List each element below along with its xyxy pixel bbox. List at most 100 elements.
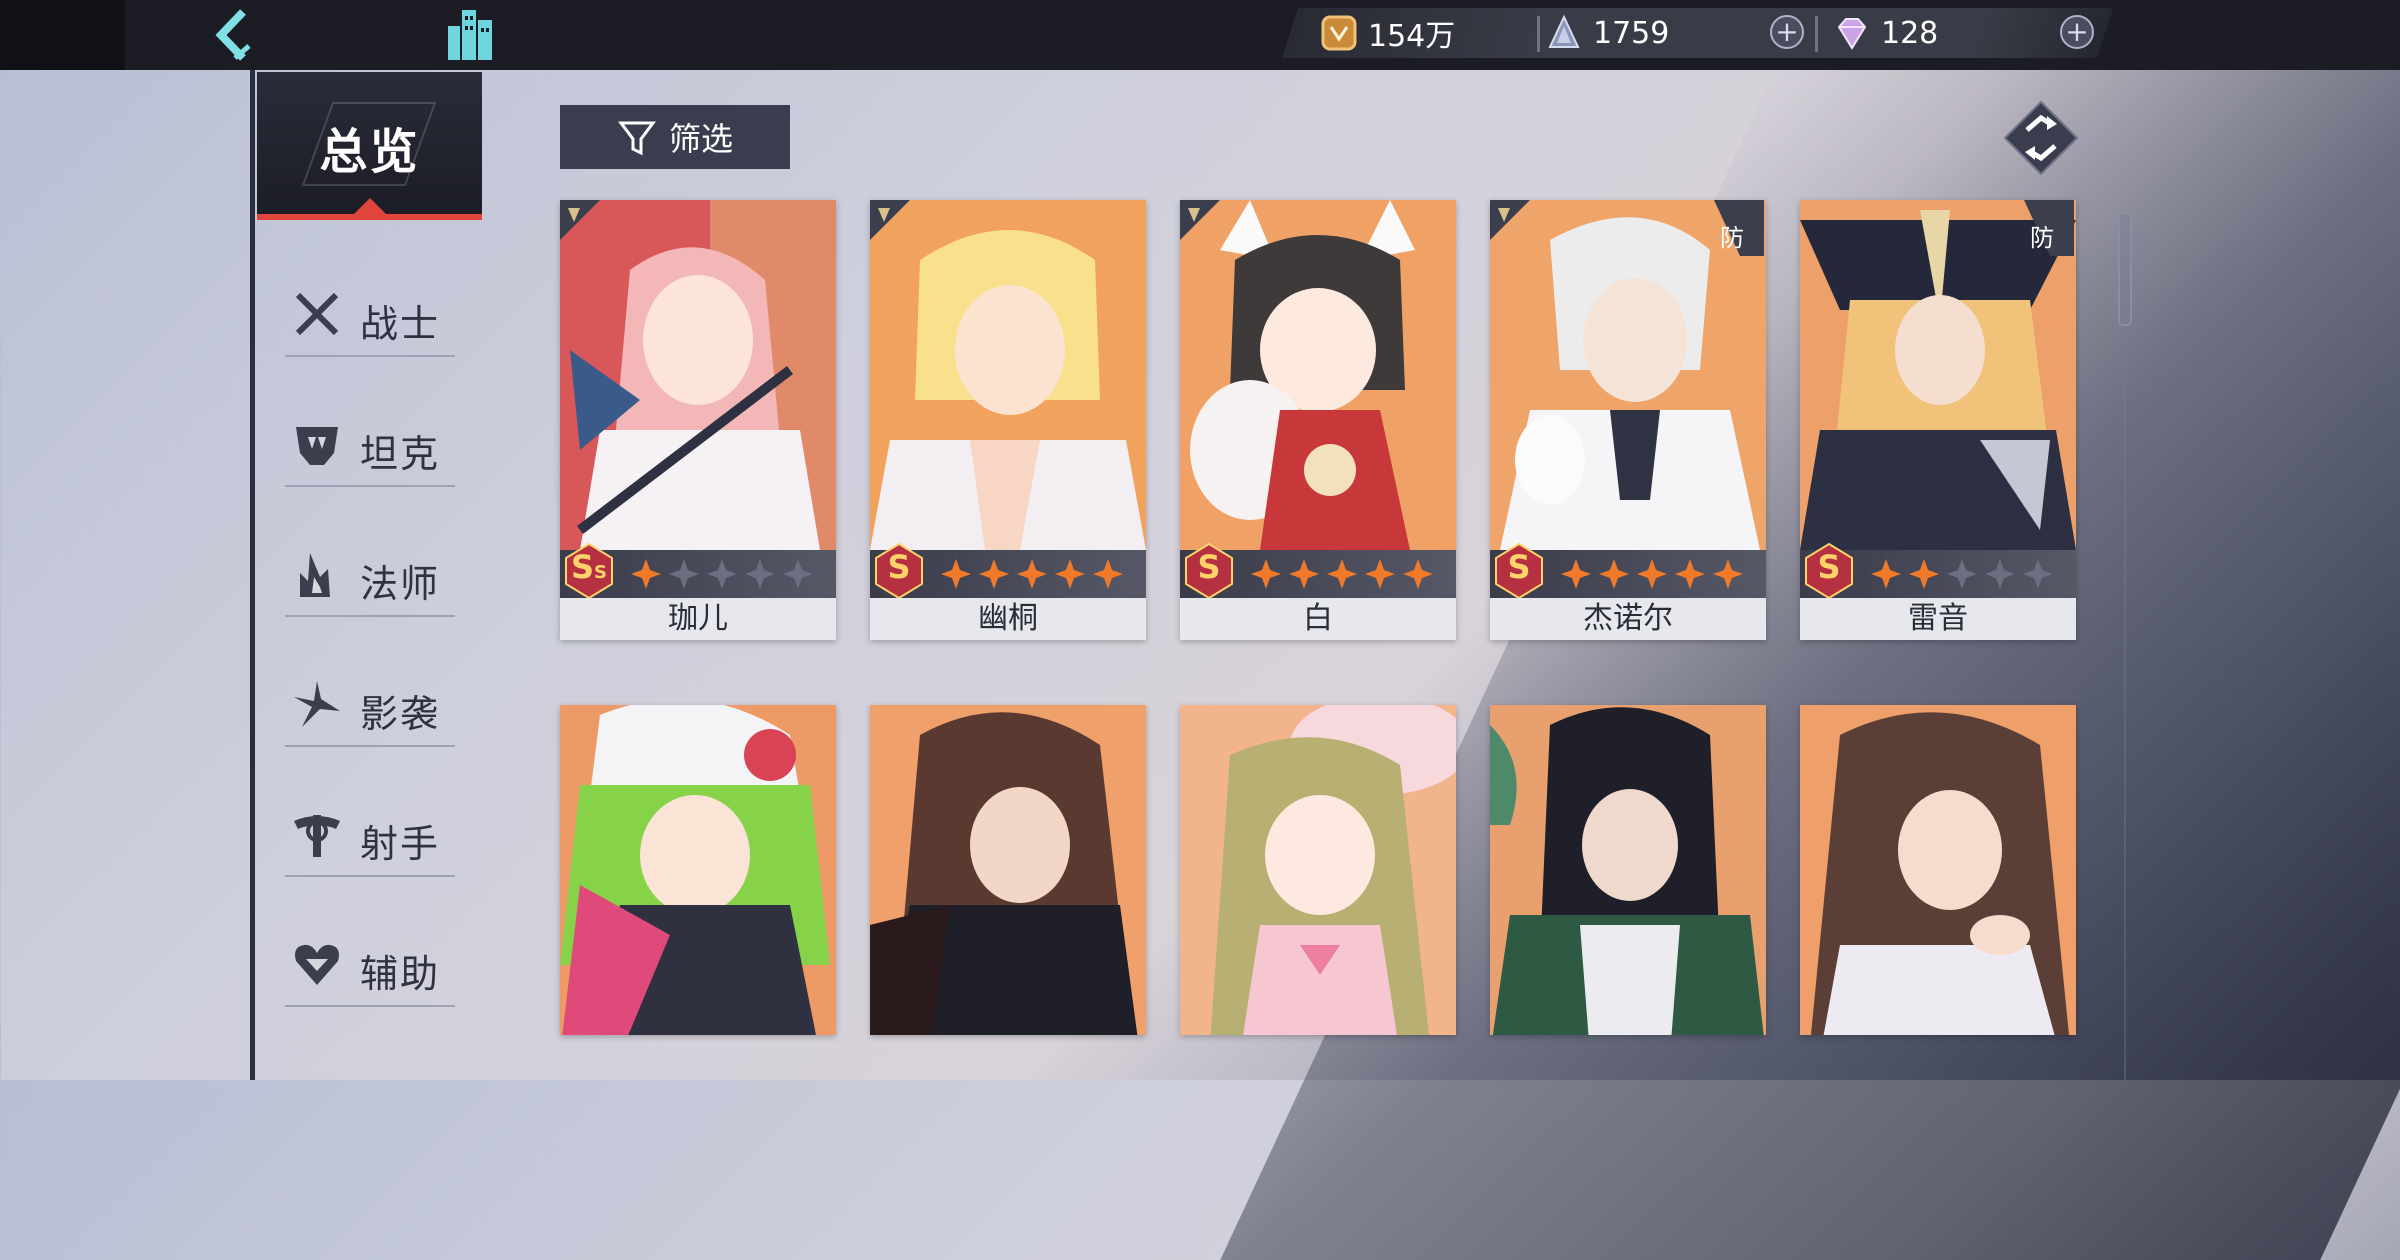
refresh-button[interactable] (2003, 100, 2079, 176)
star-rating (1870, 558, 2054, 590)
diamond-icon (1837, 18, 1867, 50)
star-filled-icon (1637, 559, 1667, 589)
star-filled-icon (1017, 559, 1047, 589)
gem-resource: 128 (1833, 8, 1938, 58)
star-empty-icon (1985, 559, 2015, 589)
star-empty-icon (707, 559, 737, 589)
active-underline (257, 214, 482, 220)
add-gems-button[interactable]: + (2060, 15, 2094, 49)
divider (285, 355, 455, 357)
filter-button[interactable]: 筛选 (560, 105, 790, 169)
rank-badge: S (1184, 542, 1234, 600)
class-emblem-icon (560, 200, 600, 240)
hero-name: 雷音 (1800, 598, 2076, 640)
hero-portrait (870, 200, 1146, 550)
star-filled-icon (941, 559, 971, 589)
hero-card[interactable] (1180, 705, 1456, 1035)
star-bar: SS (560, 542, 836, 600)
hero-card[interactable]: S 白 (1180, 200, 1456, 640)
hero-card[interactable] (560, 705, 836, 1035)
hero-portrait (870, 705, 1146, 1035)
divider (285, 1005, 455, 1007)
category-tank[interactable]: 坦克 (285, 395, 455, 495)
star-filled-icon (1093, 559, 1123, 589)
resource-separator (1537, 16, 1540, 52)
category-marksman[interactable]: 射手 (285, 785, 455, 885)
scrollbar-track[interactable] (2124, 330, 2126, 1080)
star-empty-icon (745, 559, 775, 589)
crossbow-icon (294, 815, 340, 857)
hero-portrait (560, 200, 836, 550)
hero-card[interactable] (870, 705, 1146, 1035)
refresh-icon (2003, 100, 2079, 176)
star-bar: S (1180, 542, 1456, 600)
shuriken-icon (294, 681, 340, 727)
funnel-icon (617, 121, 656, 156)
category-label: 坦克 (360, 432, 441, 476)
rank-badge: S (874, 542, 924, 600)
rank-letter: S (1507, 548, 1531, 586)
crossed-swords-icon (295, 292, 339, 336)
rank-badge: S (1494, 542, 1544, 600)
gold-amount: 154万 (1368, 19, 1456, 54)
star-filled-icon (1327, 559, 1357, 589)
category-assassin[interactable]: 影袭 (285, 655, 455, 755)
tab-overview[interactable]: 总览 (257, 72, 482, 220)
star-filled-icon (1561, 559, 1591, 589)
back-button[interactable] (205, 6, 265, 64)
hero-name: 幽桐 (870, 598, 1146, 640)
star-filled-icon (1871, 559, 1901, 589)
back-arrow-icon (215, 9, 251, 61)
scrollbar-thumb[interactable] (2118, 212, 2132, 326)
star-rating (940, 558, 1124, 590)
hero-card[interactable]: S 幽桐 (870, 200, 1146, 640)
add-energy-button[interactable]: + (1770, 15, 1804, 49)
magic-flame-icon (300, 553, 330, 597)
category-warrior[interactable]: 战士 (285, 265, 455, 365)
star-filled-icon (1251, 559, 1281, 589)
top-bar: 154万 1759 + 128 + (0, 0, 2400, 70)
class-emblem-icon (1490, 200, 1530, 240)
divider (285, 745, 455, 747)
hero-name: 珈儿 (560, 598, 836, 640)
star-empty-icon (669, 559, 699, 589)
hero-name: 杰诺尔 (1490, 598, 1766, 640)
star-filled-icon (1055, 559, 1085, 589)
star-rating (630, 558, 814, 590)
hero-card[interactable]: 防 S 杰诺尔 (1490, 200, 1766, 640)
star-empty-icon (2023, 559, 2053, 589)
star-empty-icon (1947, 559, 1977, 589)
gem-amount: 128 (1881, 15, 1939, 51)
buildings-icon (448, 10, 492, 60)
star-filled-icon (1599, 559, 1629, 589)
tab-overview-label: 总览 (319, 124, 420, 180)
helmet-icon (296, 427, 338, 465)
category-label: 影袭 (360, 692, 441, 736)
category-label: 辅助 (360, 952, 441, 996)
rank-letter: S (1197, 548, 1221, 586)
star-filled-icon (1713, 559, 1743, 589)
city-button[interactable] (440, 4, 500, 64)
gold-coin-icon (1321, 15, 1357, 51)
hero-card[interactable]: 防 S 雷音 (1800, 200, 2076, 640)
hero-card[interactable]: SS 珈儿 (560, 200, 836, 640)
hero-card[interactable] (1800, 705, 2076, 1035)
class-emblem-icon (870, 200, 910, 240)
category-mage[interactable]: 法师 (285, 525, 455, 625)
divider (285, 875, 455, 877)
star-filled-icon (1675, 559, 1705, 589)
star-rating (1560, 558, 1744, 590)
star-filled-icon (1365, 559, 1395, 589)
class-emblem-icon (1180, 200, 1220, 240)
hero-card[interactable] (1490, 705, 1766, 1035)
rank-badge: S (1804, 542, 1854, 600)
category-support[interactable]: 辅助 (285, 915, 455, 1015)
filter-label: 筛选 (668, 120, 733, 158)
resource-separator (1815, 16, 1818, 52)
star-filled-icon (979, 559, 1009, 589)
hero-portrait (1180, 200, 1456, 550)
star-bar: S (1800, 542, 2076, 600)
category-label: 法师 (360, 562, 441, 606)
rank-badge: SS (564, 542, 614, 600)
energy-crystal-icon (1548, 14, 1580, 48)
